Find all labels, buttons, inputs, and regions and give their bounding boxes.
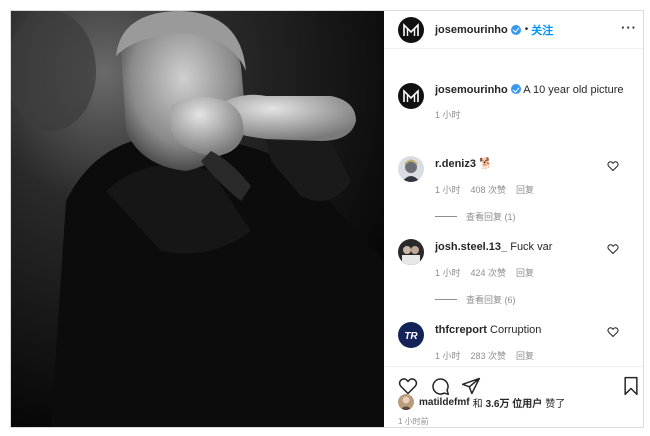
comment-text: Corruption: [490, 324, 542, 336]
svg-text:TR: TR: [404, 331, 418, 342]
likes-suffix: 赞了: [545, 398, 566, 410]
comment-username[interactable]: r.deniz3: [435, 158, 476, 170]
comment-likes[interactable]: 408 次赞: [471, 183, 507, 196]
comment-text-line: r.deniz3 🐕: [435, 157, 633, 171]
comment-item: r.deniz3 🐕 1 小时 408 次赞 回复: [398, 156, 633, 196]
comment-like-heart-icon[interactable]: [607, 243, 619, 255]
instagram-post-modal: josemourinho • 关注 ··· josemourinho A 10 …: [10, 10, 644, 428]
comment-likes[interactable]: 424 次赞: [471, 266, 507, 279]
post-caption: josemourinho A 10 year old picture 1 小时: [398, 83, 628, 121]
reply-button[interactable]: 回复: [516, 183, 534, 196]
follow-button[interactable]: 关注: [531, 22, 553, 38]
comment-icon[interactable]: [430, 376, 450, 396]
likes-count[interactable]: 3.6万 位用户: [486, 395, 543, 410]
author-avatar[interactable]: [398, 16, 424, 43]
commenter-avatar[interactable]: [398, 239, 424, 265]
share-icon[interactable]: [461, 376, 481, 396]
comment-like-heart-icon[interactable]: [607, 160, 619, 172]
comment-like-heart-icon[interactable]: [607, 326, 619, 338]
view-replies-label: 查看回复 (6): [466, 295, 516, 305]
comment-username[interactable]: josh.steel.13_: [435, 241, 507, 253]
separator-dot: •: [524, 24, 529, 35]
caption-text-line: josemourinho A 10 year old picture: [435, 83, 628, 98]
commenter-avatar[interactable]: TR: [398, 322, 424, 348]
post-timestamp: 1 小时前: [398, 417, 429, 426]
comments-section[interactable]: josemourinho A 10 year old picture 1 小时: [385, 50, 643, 365]
comment-meta: 1 小时 424 次赞 回复: [435, 266, 633, 279]
commenter-avatar[interactable]: [398, 156, 424, 182]
comment-text-line: josh.steel.13_ Fuck var: [435, 240, 633, 254]
post-header: josemourinho • 关注 ···: [385, 11, 643, 49]
caption-text: A 10 year old picture: [523, 84, 624, 96]
m-logo-icon: [403, 22, 419, 36]
likes-summary[interactable]: matildefmf 和 3.6万 位用户 赞了: [398, 394, 568, 410]
view-replies-button[interactable]: 查看回复 (6): [435, 293, 516, 306]
liker-username[interactable]: matildefmf: [419, 397, 470, 408]
liker-avatar[interactable]: [398, 394, 414, 410]
caption-username[interactable]: josemourinho: [435, 84, 508, 96]
comment-item: TR thfcreport Corruption 1 小时 283 次赞 回复: [398, 322, 633, 362]
caption-time: 1 小时: [435, 110, 461, 120]
more-options-icon[interactable]: ···: [621, 21, 637, 34]
view-replies-line: [435, 216, 457, 217]
post-photo-image: [11, 11, 384, 427]
comment-time: 1 小时: [435, 268, 461, 278]
comment-username[interactable]: thfcreport: [435, 324, 487, 336]
view-replies-line: [435, 299, 457, 300]
comment-text: 🐕: [479, 158, 493, 170]
likes-connector: 和: [472, 398, 483, 410]
caption-author-avatar[interactable]: [398, 83, 424, 109]
comment-likes[interactable]: 283 次赞: [471, 349, 507, 362]
view-replies-label: 查看回复 (1): [466, 212, 516, 222]
bookmark-icon[interactable]: [621, 376, 641, 396]
reply-button[interactable]: 回复: [516, 266, 534, 279]
comment-item: josh.steel.13_ Fuck var 1 小时 424 次赞 回复: [398, 239, 633, 279]
heart-icon[interactable]: [398, 376, 418, 396]
comment-time: 1 小时: [435, 351, 461, 361]
comment-meta: 1 小时 408 次赞 回复: [435, 183, 633, 196]
reply-button[interactable]: 回复: [516, 349, 534, 362]
verified-badge-icon: [510, 24, 521, 35]
view-replies-button[interactable]: 查看回复 (1): [435, 210, 516, 223]
author-username[interactable]: josemourinho: [435, 24, 508, 36]
comment-meta: 1 小时 283 次赞 回复: [435, 349, 633, 362]
post-photo[interactable]: [11, 11, 384, 427]
comment-text-line: thfcreport Corruption: [435, 323, 633, 337]
post-actions-bar: [385, 366, 643, 396]
post-side-panel: josemourinho • 关注 ··· josemourinho A 10 …: [385, 11, 643, 427]
verified-badge-icon: [510, 84, 521, 94]
comment-time: 1 小时: [435, 185, 461, 195]
comment-text: Fuck var: [510, 241, 553, 253]
m-logo-icon: [403, 89, 419, 102]
